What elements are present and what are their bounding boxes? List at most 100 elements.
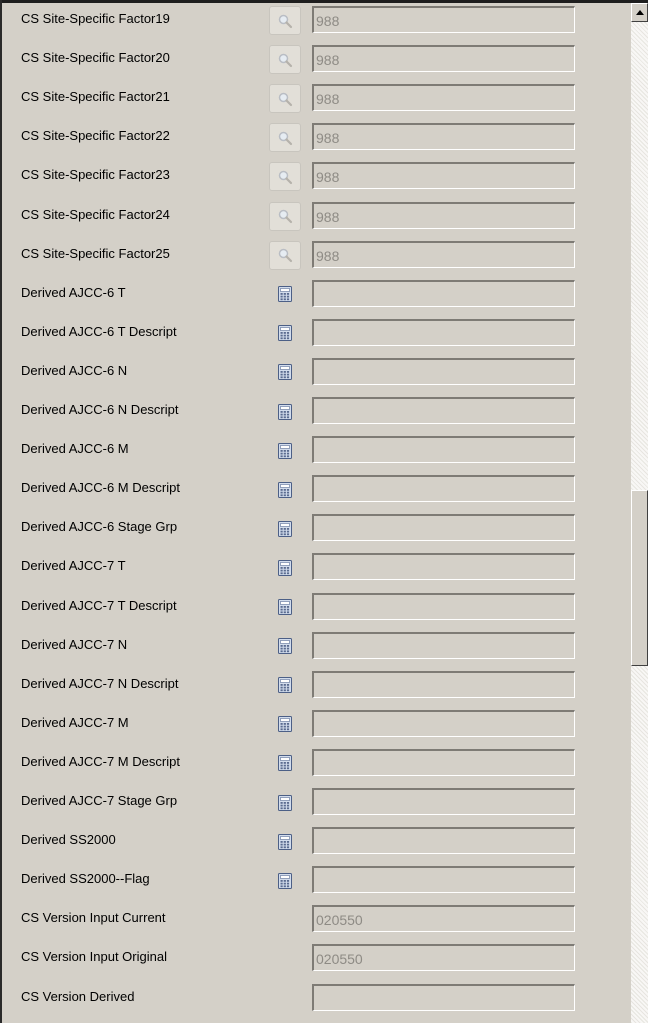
calculate-button[interactable] <box>269 358 301 387</box>
field-label: Derived AJCC-7 T Descript <box>21 597 177 613</box>
field-label: Derived AJCC-7 M Descript <box>21 753 180 769</box>
form-row: CS Version Input Current 020550 <box>0 902 631 941</box>
magnifier-icon <box>277 52 293 68</box>
field-input[interactable] <box>312 866 575 894</box>
vertical-scrollbar[interactable] <box>631 3 648 1023</box>
field-label: Derived AJCC-6 M <box>21 441 129 457</box>
form-row: Derived AJCC-7 T Descript <box>0 590 631 629</box>
field-input[interactable] <box>312 279 575 307</box>
field-input[interactable] <box>312 670 575 698</box>
field-input[interactable]: 020550 <box>312 905 575 933</box>
calculator-icon <box>278 872 292 889</box>
form-row: Derived AJCC-6 Stage Grp <box>0 511 631 550</box>
field-input[interactable] <box>312 475 575 503</box>
field-input[interactable] <box>312 631 575 659</box>
lookup-button[interactable] <box>269 6 301 35</box>
calculate-button[interactable] <box>269 749 301 778</box>
form-row: CS Site-Specific Factor21 988 <box>0 81 631 120</box>
field-label: CS Site-Specific Factor24 <box>21 206 170 222</box>
calculator-icon <box>278 833 292 850</box>
form-row: Derived AJCC-7 N Descript <box>0 668 631 707</box>
field-input[interactable]: 988 <box>312 201 575 229</box>
scroll-up-button[interactable] <box>631 3 648 22</box>
field-input[interactable] <box>312 788 575 815</box>
calculate-button[interactable] <box>269 397 301 426</box>
field-input[interactable] <box>312 983 575 1011</box>
field-label: Derived SS2000 <box>21 832 116 848</box>
form-row: Derived SS2000--Flag <box>0 863 631 902</box>
form-row: Derived AJCC-6 N Descript <box>0 394 631 433</box>
field-label: Derived SS2000--Flag <box>21 871 150 887</box>
field-input[interactable] <box>312 827 575 855</box>
form-row: Derived AJCC-6 T Descript <box>0 316 631 355</box>
calculate-button[interactable] <box>269 319 301 348</box>
field-label: Derived AJCC-6 Stage Grp <box>21 519 178 535</box>
field-input[interactable]: 988 <box>312 45 575 73</box>
form-row: Derived AJCC-7 M Descript <box>0 746 631 785</box>
form-row: CS Site-Specific Factor25 988 <box>0 238 631 277</box>
lookup-button[interactable] <box>269 84 301 114</box>
magnifier-icon <box>277 208 293 224</box>
lookup-button[interactable] <box>269 45 301 75</box>
lookup-button[interactable] <box>269 123 301 153</box>
calculate-button[interactable] <box>269 788 301 817</box>
form-row: CS Site-Specific Factor22 988 <box>0 120 631 159</box>
calculate-button[interactable] <box>269 827 301 856</box>
field-input[interactable]: 988 <box>312 6 575 33</box>
calculator-icon <box>278 677 292 694</box>
field-label: CS Version Input Current <box>21 910 166 926</box>
calculate-button[interactable] <box>269 710 301 739</box>
magnifier-icon <box>277 91 293 107</box>
field-input[interactable] <box>312 436 575 464</box>
field-label: Derived AJCC-7 T <box>21 558 126 574</box>
field-label: Derived AJCC-6 M Descript <box>21 480 180 496</box>
calculate-button[interactable] <box>269 436 301 465</box>
field-input[interactable] <box>312 748 575 776</box>
field-input[interactable]: 988 <box>312 240 575 268</box>
calculator-icon <box>278 755 292 772</box>
calculate-button[interactable] <box>269 866 301 895</box>
calculate-button[interactable] <box>269 593 301 622</box>
calculate-button[interactable] <box>269 514 301 543</box>
calculate-button[interactable] <box>269 475 301 504</box>
scroll-thumb[interactable] <box>631 490 648 666</box>
calculate-button[interactable] <box>269 553 301 582</box>
field-input[interactable]: 988 <box>312 84 575 112</box>
field-input[interactable]: 020550 <box>312 944 575 972</box>
cs-data-form: CS Site-Specific Factor19 988 CS Site-Spec… <box>0 3 631 1023</box>
field-input[interactable] <box>312 318 575 346</box>
magnifier-icon <box>277 247 293 263</box>
field-input[interactable] <box>312 553 575 581</box>
calculator-icon <box>278 638 292 655</box>
lookup-button[interactable] <box>269 162 301 192</box>
field-label: Derived AJCC-7 Stage Grp <box>21 793 178 808</box>
field-input[interactable] <box>312 592 575 620</box>
magnifier-icon <box>277 130 293 146</box>
field-label: CS Site-Specific Factor21 <box>21 89 170 105</box>
field-input[interactable] <box>312 357 575 385</box>
field-input[interactable] <box>312 514 575 542</box>
form-row: Derived AJCC-6 T <box>0 277 631 316</box>
field-label: Derived AJCC-7 N Descript <box>21 675 179 691</box>
form-row: Derived AJCC-7 N <box>0 629 631 668</box>
lookup-button[interactable] <box>269 240 301 270</box>
field-label: Derived AJCC-6 N <box>21 362 128 378</box>
arrow-up-icon <box>636 10 644 15</box>
form-row: Derived AJCC-7 M <box>0 707 631 746</box>
field-input[interactable]: 988 <box>312 123 575 151</box>
calculator-icon <box>278 716 292 733</box>
form-row: Derived AJCC-6 N <box>0 355 631 394</box>
lookup-button[interactable] <box>269 201 301 231</box>
form-row: CS Site-Specific Factor19 988 <box>0 3 631 42</box>
field-label: CS Site-Specific Factor22 <box>21 128 170 144</box>
calculate-button[interactable] <box>269 632 301 661</box>
magnifier-icon <box>277 13 293 29</box>
form-row: CS Site-Specific Factor20 988 <box>0 42 631 81</box>
calculate-button[interactable] <box>269 671 301 700</box>
field-input[interactable] <box>312 709 575 737</box>
calculator-icon <box>278 325 292 342</box>
form-row: CS Version Input Original 020550 <box>0 941 631 980</box>
field-input[interactable]: 988 <box>312 162 575 190</box>
field-input[interactable] <box>312 397 575 424</box>
calculate-button[interactable] <box>269 280 301 309</box>
